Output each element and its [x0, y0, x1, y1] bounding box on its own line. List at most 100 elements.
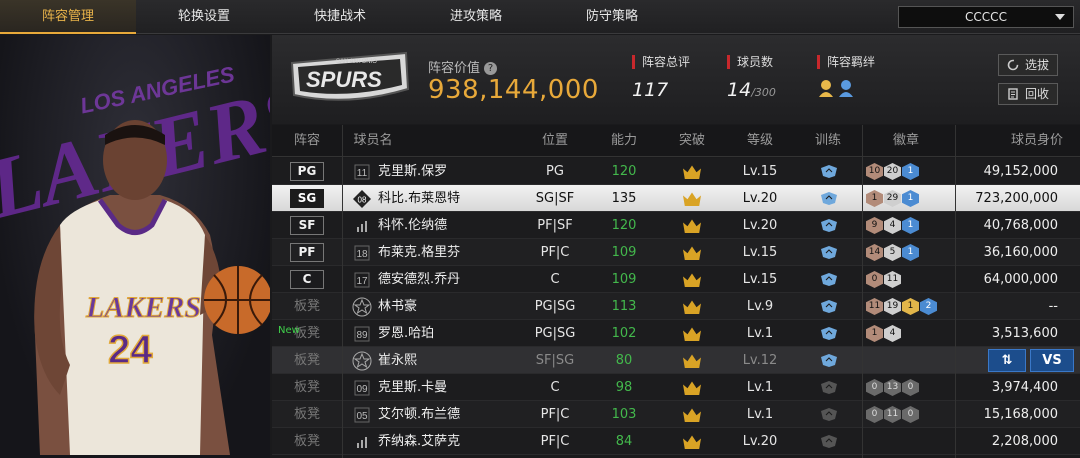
chevron-down-icon [1055, 14, 1065, 20]
col-breakthrough: 突破 [678, 133, 705, 148]
lineup-value: 938,144,000 [428, 75, 599, 105]
training-icon[interactable] [820, 326, 838, 341]
player-position: SF|SG [535, 353, 575, 368]
lineup-slot-tag[interactable]: SG [290, 189, 324, 208]
crown-icon[interactable] [683, 192, 701, 206]
tab-rotation[interactable]: 轮换设置 [136, 0, 272, 34]
badge-count: 0 [866, 379, 883, 396]
table-row[interactable]: 板凳 05 艾尔顿.布兰德 PF|C 103 Lv.1 0 11 0 15,168,000 [272, 401, 1080, 428]
training-icon[interactable] [820, 380, 838, 395]
tab-offense[interactable]: 进攻策略 [408, 0, 544, 34]
table-row[interactable]: 板凳 崔永熙 SF|SG 80 Lv.12 ⇅ VS [272, 347, 1080, 374]
crown-icon[interactable] [683, 300, 701, 314]
player-ability: 103 [611, 407, 637, 422]
lineup-slot-tag[interactable]: PF [290, 243, 324, 262]
training-icon[interactable] [820, 407, 838, 422]
chemistry-icons[interactable] [817, 77, 861, 99]
player-position: C [550, 380, 560, 395]
vs-button[interactable]: VS [1030, 349, 1074, 372]
lineup-slot-tag[interactable]: SF [290, 216, 324, 235]
help-icon[interactable]: ? [484, 62, 498, 75]
svg-text:17: 17 [356, 276, 368, 287]
training-icon[interactable] [820, 191, 838, 206]
crown-icon[interactable] [683, 219, 701, 233]
lineup-slot-tag[interactable]: C [290, 270, 324, 289]
training-icon[interactable] [820, 164, 838, 179]
table-row[interactable]: C 17 德安德烈.乔丹 C 109 Lv.15 0 11 64,000,000 [272, 266, 1080, 293]
crown-icon[interactable] [683, 408, 701, 422]
badge-count: 4 [884, 217, 901, 234]
player-ability: 135 [611, 191, 637, 206]
badge-count: 9 [866, 217, 883, 234]
table-row[interactable]: PG 11 克里斯.保罗 PG 120 Lv.15 10 20 1 49,152,000 [272, 158, 1080, 185]
crown-icon[interactable] [683, 165, 701, 179]
player-name[interactable]: 德安德烈.乔丹 [378, 266, 460, 293]
player-name[interactable]: 科比.布莱恩特 [378, 185, 460, 212]
col-ability: 能力 [610, 133, 637, 148]
training-icon[interactable] [820, 245, 838, 260]
bench-label: 板凳 [293, 299, 320, 314]
recycle-button[interactable]: 回收 [998, 83, 1058, 105]
crown-icon[interactable] [683, 246, 701, 260]
player-level: Lv.15 [742, 245, 778, 260]
player-level: Lv.1 [746, 380, 774, 395]
badge-count: 2 [920, 298, 937, 315]
player-ability: 98 [615, 380, 633, 395]
player-name[interactable]: 克里斯.保罗 [378, 158, 447, 185]
table-row[interactable]: PF 18 布莱克.格里芬 PF|C 109 Lv.15 14 5 1 36,160,000 [272, 239, 1080, 266]
player-name[interactable]: 艾尔顿.布兰德 [378, 401, 460, 428]
player-name[interactable]: 罗恩.哈珀 [378, 320, 434, 347]
training-icon[interactable] [820, 218, 838, 233]
table-row[interactable]: 板凳 林书豪 PG|SG 113 Lv.9 11 19 1 2 -- [272, 293, 1080, 320]
table-row[interactable]: 板凳 09 克里斯.卡曼 C 98 Lv.1 0 13 0 3,974,400 [272, 374, 1080, 401]
player-name[interactable]: 崔永熙 [378, 347, 417, 374]
training-icon[interactable] [820, 353, 838, 368]
badge-count: 14 [866, 244, 883, 261]
crown-icon[interactable] [683, 435, 701, 449]
featured-player-portrait: LAKERS LOS ANGELES LAKERS 24 [0, 35, 270, 458]
crown-icon[interactable] [683, 327, 701, 341]
document-icon [1008, 88, 1018, 100]
svg-text:05: 05 [356, 411, 368, 422]
player-name[interactable]: 科怀.伦纳德 [378, 212, 447, 239]
swap-button[interactable]: ⇅ [988, 349, 1026, 372]
training-icon[interactable] [820, 299, 838, 314]
player-level: Lv.20 [742, 218, 778, 233]
player-position: PG [546, 164, 564, 179]
bench-label: 板凳 [293, 353, 320, 368]
training-icon[interactable] [820, 434, 838, 449]
player-name[interactable]: 布莱克.格里芬 [378, 239, 460, 266]
col-level: 等级 [746, 133, 773, 148]
svg-text:18: 18 [356, 249, 368, 260]
player-ability: 120 [611, 218, 637, 233]
table-row[interactable]: 板凳 89 罗恩.哈珀 PG|SG 102 Lv.1 1 4 3,513,600 [272, 320, 1080, 347]
player-position: PG|SG [534, 299, 576, 314]
badge-count: 1 [902, 298, 919, 315]
player-level: Lv.20 [742, 191, 778, 206]
player-name[interactable]: 林书豪 [378, 293, 417, 320]
jersey-number-icon: 17 [354, 272, 370, 288]
lineup-slot-tag[interactable]: PG [290, 162, 324, 181]
badge-count: 19 [884, 298, 901, 315]
tab-defense[interactable]: 防守策略 [544, 0, 680, 34]
team-dropdown[interactable]: CCCCC [898, 6, 1074, 28]
player-name[interactable]: 克里斯.卡曼 [378, 374, 447, 401]
table-row[interactable]: SG 08 科比.布莱恩特 SG|SF 135 Lv.20 1 29 1 723,200,000 [272, 185, 1080, 212]
svg-text:SAN ANTONIO: SAN ANTONIO [336, 59, 377, 65]
divider [955, 125, 956, 458]
table-row[interactable]: 板凳 乔纳森.艾萨克 PF|C 84 Lv.20 2,208,000 [272, 428, 1080, 455]
player-value: 3,513,600 [991, 326, 1058, 341]
training-icon[interactable] [820, 272, 838, 287]
crown-icon[interactable] [683, 381, 701, 395]
player-value: -- [1048, 299, 1058, 314]
player-ability: 80 [615, 353, 633, 368]
table-row[interactable]: SF 科怀.伦纳德 PF|SF 120 Lv.20 9 4 1 40,768,000 [272, 212, 1080, 239]
draft-button[interactable]: 选拔 [998, 54, 1058, 76]
signal-bars-icon [357, 221, 367, 232]
player-name[interactable]: 乔纳森.艾萨克 [378, 428, 460, 455]
tab-lineup[interactable]: 阵容管理 [0, 0, 136, 34]
tab-quick-tactics[interactable]: 快捷战术 [272, 0, 408, 34]
badge-count: 11 [866, 298, 883, 315]
crown-icon[interactable] [683, 354, 701, 368]
crown-icon[interactable] [683, 273, 701, 287]
